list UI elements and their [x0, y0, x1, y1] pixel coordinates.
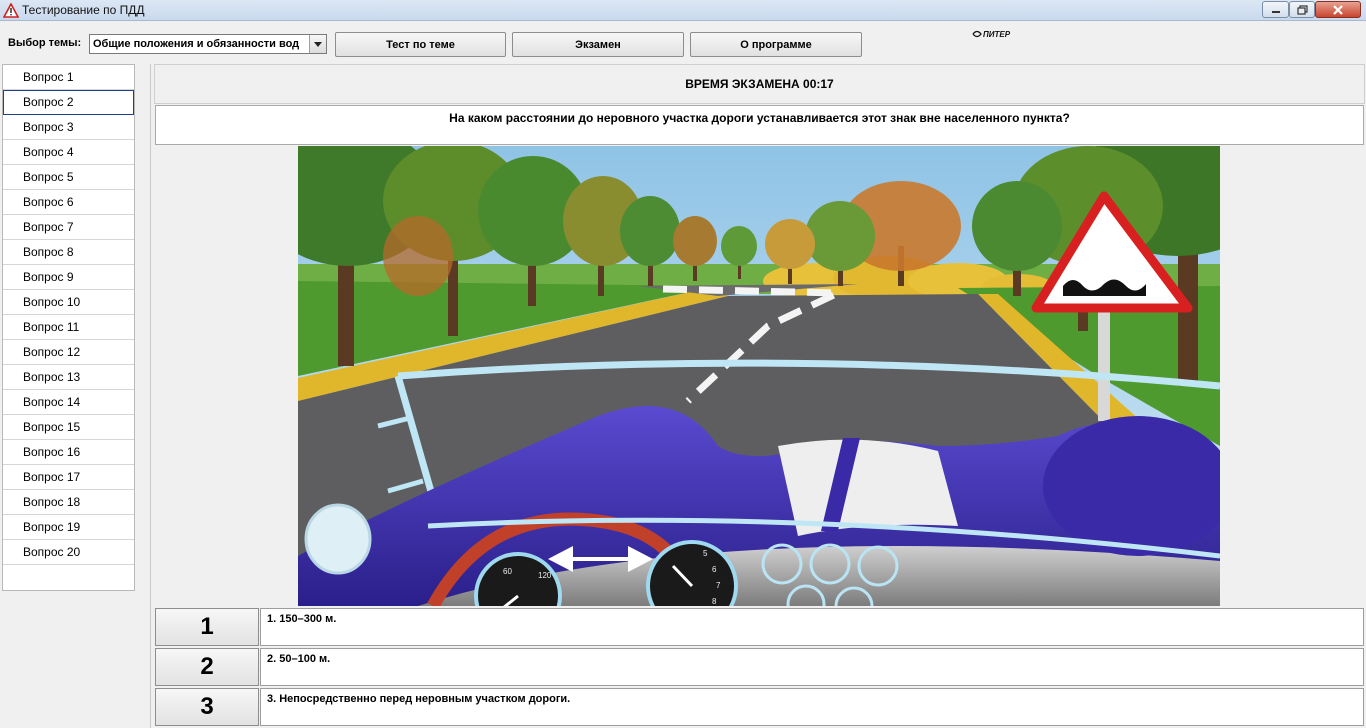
- maximize-button[interactable]: [1289, 1, 1315, 18]
- answer-2-button[interactable]: 2: [155, 648, 259, 686]
- sidebar-item-question-5[interactable]: Вопрос 5: [3, 165, 134, 190]
- sidebar-item-question-16[interactable]: Вопрос 16: [3, 440, 134, 465]
- svg-text:120: 120: [538, 571, 552, 580]
- topic-select-value: Общие положения и обязанности вод: [93, 38, 300, 50]
- sidebar-item-question-2[interactable]: Вопрос 2: [3, 90, 134, 115]
- sidebar-item-question-20[interactable]: Вопрос 20: [3, 540, 134, 565]
- sidebar-item-question-6[interactable]: Вопрос 6: [3, 190, 134, 215]
- sidebar-item-question-15[interactable]: Вопрос 15: [3, 415, 134, 440]
- toolbar: Выбор темы: Общие положения и обязанност…: [0, 21, 1366, 63]
- close-icon: [1333, 4, 1343, 15]
- sidebar-item-question-3[interactable]: Вопрос 3: [3, 115, 134, 140]
- answer-3-text[interactable]: 3. Непосредственно перед неровным участк…: [260, 688, 1364, 726]
- close-button[interactable]: [1315, 1, 1361, 18]
- question-box: На каком расстоянии до неровного участка…: [155, 105, 1364, 145]
- minimize-button[interactable]: [1262, 1, 1289, 18]
- sidebar-item-question-12[interactable]: Вопрос 12: [3, 340, 134, 365]
- minimize-icon: [1271, 10, 1280, 13]
- sidebar-item-question-7[interactable]: Вопрос 7: [3, 215, 134, 240]
- topic-label: Выбор темы:: [8, 37, 82, 49]
- sidebar-item-question-14[interactable]: Вопрос 14: [3, 390, 134, 415]
- answer-3-button[interactable]: 3: [155, 688, 259, 726]
- svg-text:7: 7: [716, 581, 721, 590]
- timer-bar: ВРЕМЯ ЭКЗАМЕНА 00:17: [154, 64, 1365, 104]
- driving-scene-image: 60 120 5 6 7 8: [298, 146, 1220, 606]
- warning-triangle-icon: [3, 3, 19, 18]
- sidebar-item-question-13[interactable]: Вопрос 13: [3, 365, 134, 390]
- sidebar-item-question-1[interactable]: Вопрос 1: [3, 65, 134, 90]
- topic-test-button[interactable]: Тест по теме: [335, 32, 506, 57]
- question-text: На каком расстоянии до неровного участка…: [449, 111, 1070, 125]
- window-titlebar: Тестирование по ПДД: [0, 0, 1366, 21]
- window-title: Тестирование по ПДД: [22, 3, 145, 17]
- svg-text:ПИТЕР: ПИТЕР: [983, 30, 1011, 39]
- svg-text:6: 6: [712, 565, 717, 574]
- sidebar-item-question-11[interactable]: Вопрос 11: [3, 315, 134, 340]
- about-button[interactable]: О программе: [690, 32, 862, 57]
- sidebar-divider: [150, 64, 151, 728]
- sidebar-item-question-8[interactable]: Вопрос 8: [3, 240, 134, 265]
- sidebar-item-question-17[interactable]: Вопрос 17: [3, 465, 134, 490]
- publisher-logo: ПИТЕР: [972, 30, 1011, 39]
- exam-timer: ВРЕМЯ ЭКЗАМЕНА 00:17: [685, 77, 834, 91]
- exam-button[interactable]: Экзамен: [512, 32, 684, 57]
- answer-1-text[interactable]: 1. 150–300 м.: [260, 608, 1364, 646]
- sidebar-item-question-9[interactable]: Вопрос 9: [3, 265, 134, 290]
- answer-2-text[interactable]: 2. 50–100 м.: [260, 648, 1364, 686]
- sidebar-item-question-19[interactable]: Вопрос 19: [3, 515, 134, 540]
- sidebar-item-question-18[interactable]: Вопрос 18: [3, 490, 134, 515]
- chevron-down-icon[interactable]: [309, 35, 326, 53]
- question-list: Вопрос 1 Вопрос 2 Вопрос 3 Вопрос 4 Вопрос 5…: [2, 64, 135, 591]
- sidebar-item-question-10[interactable]: Вопрос 10: [3, 290, 134, 315]
- sidebar-item-question-4[interactable]: Вопрос 4: [3, 140, 134, 165]
- svg-text:5: 5: [703, 549, 708, 558]
- svg-text:60: 60: [503, 567, 512, 576]
- topic-select[interactable]: Общие положения и обязанности вод: [89, 34, 327, 54]
- svg-text:8: 8: [712, 597, 717, 606]
- question-illustration: 60 120 5 6 7 8: [298, 146, 1220, 606]
- answer-1-button[interactable]: 1: [155, 608, 259, 646]
- restore-icon: [1296, 4, 1308, 15]
